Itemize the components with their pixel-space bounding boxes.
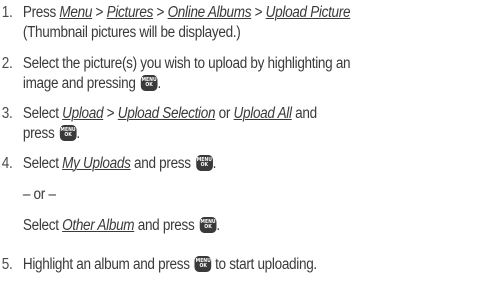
menu-path-upload: Upload [62, 105, 104, 122]
step-4-line-1: Select My Uploads and press MENU OK. [22, 155, 217, 172]
menu-path-online-albums: Online Albums [167, 4, 252, 21]
menu-path-pictures: Pictures [106, 4, 154, 21]
step-3-line-2: press MENU OK. [22, 125, 80, 142]
step-3-line-1: Select Upload > Upload Selection or Uplo… [22, 105, 317, 122]
menu-ok-key-icon: MENU OK [140, 75, 158, 91]
step-2-line-2: image and pressing MENU OK. [22, 75, 161, 92]
step-number: 3. [1, 105, 13, 122]
step-number: 5. [1, 256, 13, 273]
menu-ok-key-icon: MENU OK [59, 125, 77, 141]
menu-path-upload-selection: Upload Selection [117, 105, 216, 122]
menu-path-my-uploads: My Uploads [62, 155, 131, 172]
step-5-line-1: Highlight an album and press MENU OK to s… [22, 256, 317, 273]
step-number: 4. [1, 155, 13, 172]
step-1-line-1: Press Menu > Pictures > Online Albums > … [22, 4, 351, 21]
menu-ok-key-icon: MENU OK [199, 217, 217, 233]
step-number: 1. [1, 4, 13, 21]
menu-path-upload-picture: Upload Picture [265, 4, 351, 21]
step-number: 2. [1, 55, 13, 72]
menu-path-menu: Menu [59, 4, 93, 21]
step-2-line-1: Select the picture(s) you wish to upload… [22, 55, 351, 72]
menu-path-other-album: Other Album [62, 217, 135, 234]
step-1-line-2: (Thumbnail pictures will be displayed.) [22, 24, 241, 41]
instruction-document: 1. Press Menu > Pictures > Online Albums… [1, 4, 351, 273]
menu-ok-key-icon: MENU OK [194, 256, 212, 272]
menu-ok-key-icon: MENU OK [195, 155, 213, 171]
menu-path-upload-all: Upload All [233, 105, 292, 122]
